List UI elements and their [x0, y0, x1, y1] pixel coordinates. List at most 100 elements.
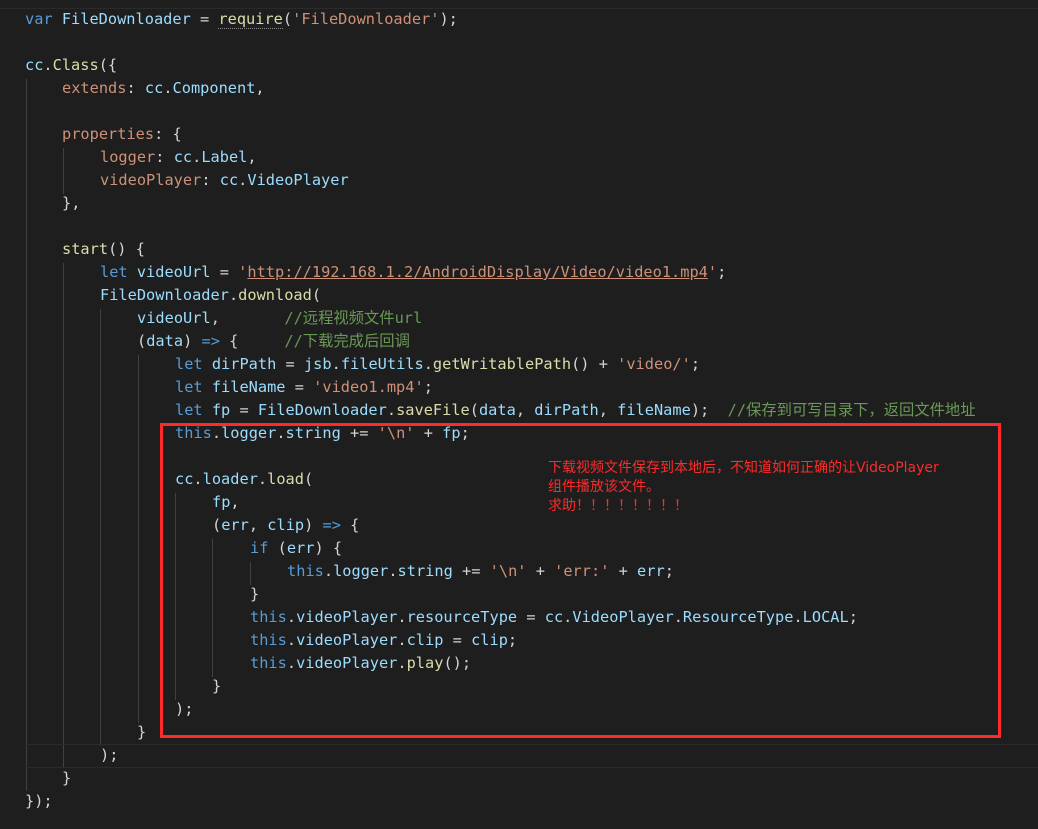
punctuation: () { [108, 240, 145, 258]
code-editor[interactable]: var FileDownloader = require('FileDownlo… [0, 0, 1038, 829]
string-quote: ' [707, 263, 718, 281]
comment: //下载完成后回调 [284, 332, 410, 350]
identifier: FileDownloader [61, 10, 191, 28]
punctuation: , [247, 148, 257, 166]
function-name: getWritablePath [432, 355, 572, 373]
punctuation: , [255, 79, 265, 97]
url-link[interactable]: http://192.168.1.2/AndroidDisplay/Video/… [247, 263, 707, 281]
keyword: let [100, 263, 137, 281]
keyword: var [25, 10, 62, 28]
indent-guide [26, 79, 27, 791]
punctuation: ( [282, 10, 293, 28]
operator: = [276, 355, 304, 373]
code-line-35[interactable]: }); [25, 790, 53, 813]
identifier: videoUrl [136, 263, 211, 281]
punctuation: { [219, 332, 285, 350]
punctuation: : { [154, 125, 182, 143]
string-literal: 'video/' [617, 355, 691, 373]
punctuation: ( [469, 401, 479, 419]
identifier: videoUrl [137, 309, 211, 327]
code-line-8[interactable]: videoPlayer: cc.VideoPlayer [100, 169, 349, 192]
identifier: dirPath [534, 401, 599, 419]
property-key: videoPlayer [100, 171, 202, 189]
identifier: data [146, 332, 184, 350]
comment: //保存到可写目录下，返回文件地址 [727, 401, 976, 419]
punctuation: . [43, 56, 53, 74]
code-line-32[interactable]: } [137, 721, 146, 744]
annotation-line-1: 下载视频文件保存到本地后，不知道如何正确的让VideoPlayer [548, 460, 939, 476]
code-line-18[interactable]: let fp = FileDownloader.saveFile(data, d… [175, 399, 976, 422]
punctuation: ; [690, 355, 701, 373]
identifier: jsb [303, 355, 332, 373]
punctuation: . [163, 79, 173, 97]
identifier: Label [201, 148, 248, 166]
indent-guide [63, 148, 64, 194]
code-line-33[interactable]: ); [100, 744, 118, 767]
operator: = [190, 10, 219, 28]
punctuation: . [238, 171, 248, 189]
identifier: FileDownloader [100, 286, 229, 304]
code-line-13[interactable]: FileDownloader.download( [100, 284, 321, 307]
identifier: fileUtils [340, 355, 424, 373]
string-quote: ' [238, 263, 248, 281]
code-line-14[interactable]: videoUrl, //远程视频文件url [137, 307, 422, 330]
function-name: saveFile [396, 401, 470, 419]
code-line-17[interactable]: let fileName = 'video1.mp4'; [175, 376, 433, 399]
punctuation: ; [423, 378, 433, 396]
identifier: cc [144, 79, 164, 97]
punctuation: , [598, 401, 618, 419]
keyword: let [175, 378, 212, 396]
operator: = [230, 401, 258, 419]
punctuation: , [210, 309, 285, 327]
code-line-34[interactable]: } [62, 767, 71, 790]
indent-guide [100, 309, 101, 746]
punctuation: : [155, 148, 174, 166]
code-line-11[interactable]: start() { [62, 238, 145, 261]
code-line-6[interactable]: properties: { [62, 123, 182, 146]
code-line-9[interactable]: }, [62, 192, 80, 215]
string-literal: 'FileDownloader' [292, 10, 440, 28]
identifier: fileName [617, 401, 691, 419]
punctuation: , [515, 401, 535, 419]
function-name: Class [52, 56, 99, 74]
identifier: cc [219, 171, 239, 189]
code-line-7[interactable]: logger: cc.Label, [100, 146, 257, 169]
punctuation: ({ [98, 56, 118, 74]
punctuation: . [331, 355, 341, 373]
code-line-15[interactable]: (data) => { //下载完成后回调 [137, 330, 410, 353]
operator: = [210, 263, 239, 281]
code-line-12[interactable]: let videoUrl = 'http://192.168.1.2/Andro… [100, 261, 726, 284]
identifier: Component [172, 79, 256, 97]
punctuation: } [137, 723, 147, 741]
identifier: cc [173, 148, 193, 166]
punctuation: . [423, 355, 433, 373]
punctuation: ); [100, 746, 119, 764]
property-key: logger [100, 148, 156, 166]
punctuation: } [62, 769, 72, 787]
identifier: FileDownloader [257, 401, 387, 419]
code-line-3[interactable]: cc.Class({ [25, 54, 117, 77]
punctuation: () + [571, 355, 618, 373]
code-line-16[interactable]: let dirPath = jsb.fileUtils.getWritableP… [175, 353, 700, 376]
identifier: VideoPlayer [247, 171, 349, 189]
annotation-line-2: 组件播放该文件。 [548, 479, 660, 495]
function-name: require [218, 10, 283, 29]
code-line-4[interactable]: extends: cc.Component, [62, 77, 265, 100]
string-literal: 'video1.mp4' [313, 378, 424, 396]
punctuation: . [386, 401, 397, 419]
punctuation: : [126, 79, 145, 97]
function-name: start [62, 240, 109, 258]
code-line-1[interactable]: var FileDownloader = require('FileDownlo… [25, 8, 458, 31]
punctuation: ( [311, 286, 322, 304]
punctuation: ( [137, 332, 147, 350]
punctuation: }, [62, 194, 81, 212]
indent-guide [63, 263, 64, 768]
punctuation: . [228, 286, 239, 304]
punctuation: }); [25, 792, 53, 810]
identifier: dirPath [211, 355, 277, 373]
punctuation: ); [439, 10, 458, 28]
punctuation: ) [183, 332, 202, 350]
comment: //远程视频文件url [284, 309, 423, 327]
function-name: download [238, 286, 312, 304]
identifier: data [478, 401, 516, 419]
